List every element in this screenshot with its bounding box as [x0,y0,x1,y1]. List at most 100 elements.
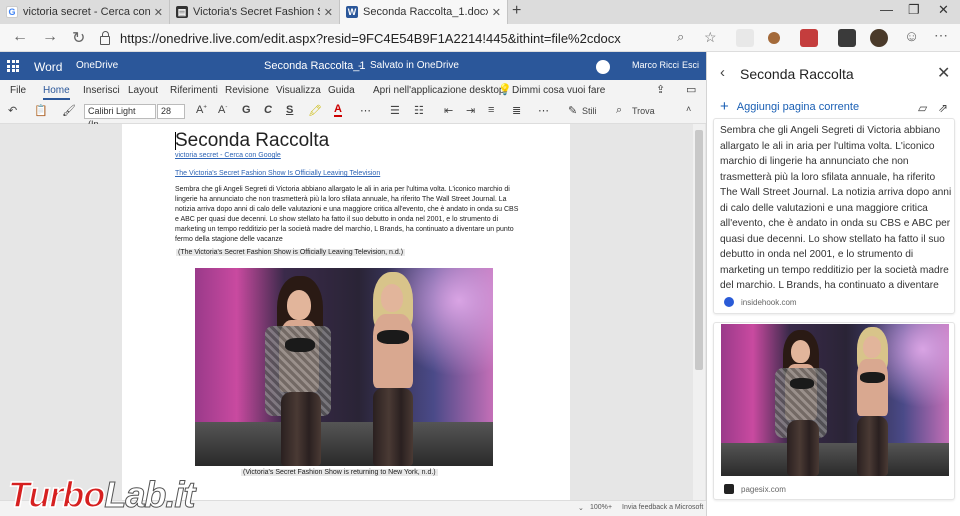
tell-me-search[interactable]: Dimmi cosa vuoi fare [512,85,605,96]
browser-tab-word-doc[interactable]: W Seconda Raccolta_1.docx - Micr ✕ [340,0,508,24]
find-button[interactable]: Trova [632,106,655,116]
close-tab-icon[interactable]: ✕ [324,6,333,19]
find-icon[interactable]: ⌕ [616,104,622,117]
zoom-level[interactable]: 100% [590,504,608,511]
profile-avatar[interactable] [870,29,888,47]
refresh-icon[interactable]: ↻ [72,28,85,48]
paste-icon[interactable]: 📋 [34,104,48,117]
turbolab-watermark: TurboLab.it [7,473,196,516]
browser-tab-fashion-show[interactable]: ▤ Victoria's Secret Fashion Show 2 ✕ [170,0,340,24]
scrollbar-thumb[interactable] [695,130,703,370]
close-window-icon[interactable]: ✕ [938,2,949,18]
maximize-icon[interactable]: ❐ [908,2,920,18]
grow-font-icon[interactable]: A+ [196,104,207,116]
back-arrow-icon[interactable]: ‹ [720,64,725,81]
app-name[interactable]: Word [34,60,62,74]
zoom-dropdown-icon[interactable]: ⌄ [578,504,584,512]
tab-insert[interactable]: Inserisci [83,85,120,96]
decrease-indent-icon[interactable]: ⇤ [444,104,453,117]
ribbon-toolbar: ↶ 📋 🖌 Calibri Light (In... 28 A+ A- G C … [0,100,706,129]
italic-icon[interactable]: C [264,104,272,116]
watermark-text: Lab.it [104,474,196,516]
card-source: insidehook.com [724,297,797,307]
user-name[interactable]: Marco Ricci [632,60,679,70]
exit-link[interactable]: Esci [682,60,699,70]
shrink-font-icon[interactable]: A- [218,104,227,116]
document-name[interactable]: Seconda Raccolta_1 [264,60,366,72]
word-header: Word OneDrive Seconda Raccolta_1 - Salva… [0,52,706,80]
address-bar[interactable]: https://onedrive.live.com/edit.aspx?resi… [100,27,700,49]
onedrive-link[interactable]: OneDrive [76,60,118,71]
watermark-text: Turbo [7,473,106,516]
feedback-link[interactable]: Invia feedback a Microsoft [622,504,703,511]
undo-icon[interactable]: ↶ [8,104,17,117]
web-page-icon: ▤ [176,6,188,18]
document-link-article[interactable]: The Victoria's Secret Fashion Show Is Of… [175,170,380,177]
address-url: https://onedrive.live.com/edit.aspx?resi… [120,30,621,46]
back-icon[interactable]: ← [12,28,28,46]
more-font-options-icon[interactable]: ⋯ [360,104,371,117]
more-paragraph-options-icon[interactable]: ⋯ [538,104,549,117]
zoom-in-icon[interactable]: + [608,504,612,511]
extension-icon[interactable] [800,29,818,47]
favorite-star-icon[interactable]: ☆ [704,29,717,46]
extension-icon[interactable] [768,32,780,44]
panel-title: Seconda Raccolta [740,66,854,82]
collections-icon[interactable] [838,29,856,47]
app-launcher-icon[interactable] [7,60,19,72]
extension-icon[interactable] [736,29,754,47]
add-current-page-button[interactable]: + Aggiungi pagina corrente [720,99,859,114]
document-scrollbar[interactable] [693,124,705,500]
share-icon[interactable]: ⇪ [656,83,665,96]
format-painter-icon[interactable]: 🖌 [62,104,76,117]
close-panel-icon[interactable]: ✕ [937,63,950,83]
bold-icon[interactable]: G [242,104,251,116]
tab-home[interactable]: Home [43,85,70,100]
skype-icon[interactable]: S [596,60,610,74]
document-image[interactable] [195,268,493,466]
comments-icon[interactable]: ▭ [686,83,696,96]
browser-tab-google[interactable]: G victoria secret - Cerca con Goog ✕ [0,0,170,24]
card-source: pagesix.com [724,484,786,494]
document-link-google[interactable]: victoria secret - Cerca con Google [175,152,281,159]
bullets-icon[interactable]: ☰ [390,104,400,117]
new-tab-icon[interactable]: + [512,2,521,20]
collapse-ribbon-icon[interactable]: ˄ [686,104,691,114]
citation-2[interactable]: (Victoria's Secret Fashion Show is retur… [241,469,438,476]
tab-references[interactable]: Riferimenti [170,85,218,96]
document-paragraph[interactable]: Sembra che gli Angeli Segreti di Victori… [175,185,520,245]
document-heading[interactable]: Seconda Raccolta [175,130,329,152]
close-tab-icon[interactable]: ✕ [154,6,163,19]
minimize-icon[interactable]: — [880,2,893,17]
card-text-snippet: Sembra che gli Angeli Segreti di Victori… [720,125,952,291]
forward-icon[interactable]: → [42,28,58,46]
tab-review[interactable]: Revisione [225,85,269,96]
share-collection-icon[interactable]: ⇗ [938,101,948,115]
insidehook-icon [724,297,734,307]
tab-view[interactable]: Visualizza [276,85,321,96]
open-desktop-app-link[interactable]: Apri nell'applicazione desktop [373,85,504,96]
tab-file[interactable]: File [10,85,26,96]
zoom-icon[interactable]: ⌕ [677,29,684,45]
underline-icon[interactable]: S [286,104,293,116]
citation-1[interactable]: (The Victoria's Secret Fashion Show is O… [176,249,406,256]
font-color-icon[interactable]: A [334,104,342,117]
paragraph-icon[interactable]: ≣ [512,104,521,117]
styles-icon[interactable]: ✎ [568,104,577,117]
add-note-icon[interactable]: ▱ [918,101,927,115]
card-source-label: insidehook.com [741,297,797,307]
align-icon[interactable]: ≡ [488,104,494,116]
increase-indent-icon[interactable]: ⇥ [466,104,475,117]
styles-button[interactable]: Stili [582,106,597,116]
lock-icon [100,30,110,45]
more-options-icon[interactable]: ⋯ [934,27,948,44]
tab-help[interactable]: Guida [328,85,355,96]
text-cursor [175,132,176,150]
font-size-dropdown[interactable]: 28 [157,104,185,119]
font-name-dropdown[interactable]: Calibri Light (In... [84,104,156,129]
highlight-icon[interactable]: 🖍 [308,104,322,117]
tab-layout[interactable]: Layout [128,85,158,96]
emoji-icon[interactable]: ☺ [904,28,919,45]
close-tab-icon[interactable]: ✕ [492,6,501,19]
numbering-icon[interactable]: ☷ [414,104,424,117]
